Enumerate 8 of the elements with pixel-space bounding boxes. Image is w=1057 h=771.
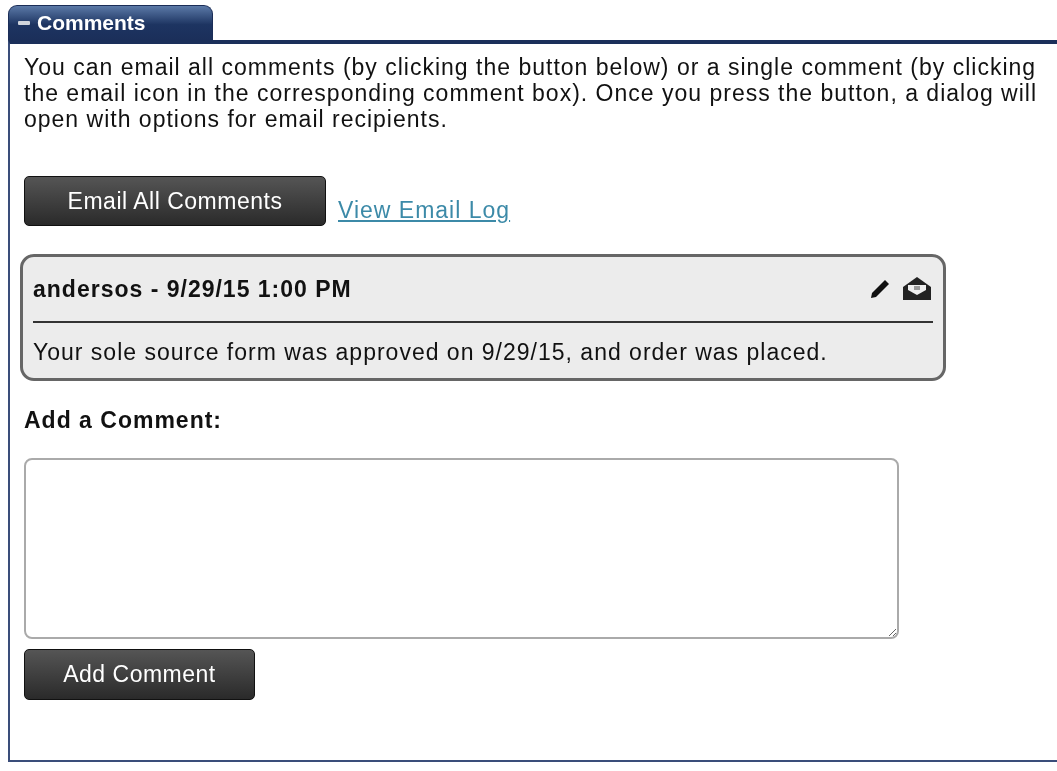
comment-text: Your sole source form was approved on 9/29/15, and order was placed. bbox=[33, 338, 829, 367]
panel-tab[interactable]: Comments bbox=[8, 5, 213, 40]
add-comment-button[interactable]: Add Comment bbox=[24, 649, 255, 700]
email-log-link[interactable]: View Email Log bbox=[338, 197, 511, 224]
intro-text: You can email all comments (by clicking the button below) or a single comment (by clicking the email icon in the corresponding comment box). Once you press the button, a dialog will open with options for email recipients. bbox=[24, 54, 1039, 132]
email-all-button[interactable]: Email All Comments bbox=[24, 176, 326, 226]
comment-header: andersos - 9/29/15 1:00 PM bbox=[33, 275, 352, 303]
add-comment-label: Add a Comment: bbox=[24, 407, 223, 434]
